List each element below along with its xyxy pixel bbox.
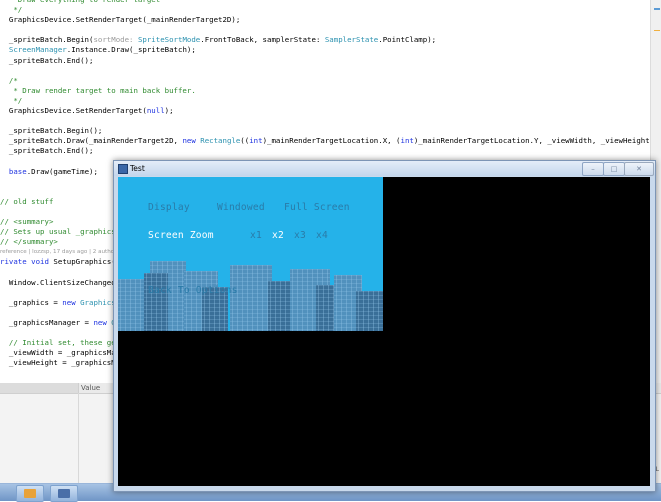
code-token: (( bbox=[240, 136, 250, 146]
code-token: .Instance.Draw(_spriteBatch); bbox=[66, 45, 196, 55]
code-line: _spriteBatch.Draw(_mainRenderTarget2D, n… bbox=[0, 136, 659, 146]
code-token: GraphicsDevice.SetRenderTarget(_mainRend… bbox=[0, 15, 241, 25]
code-line: _spriteBatch.Begin(sortMode: SpriteSortM… bbox=[0, 35, 650, 45]
visual-studio-icon bbox=[58, 489, 70, 498]
code-token: ); bbox=[164, 106, 174, 116]
code-token: SamplerState bbox=[324, 35, 379, 45]
zoom-option-x2[interactable]: x2 bbox=[272, 230, 284, 241]
window-app-icon bbox=[118, 164, 128, 174]
menu-display-label: Display bbox=[148, 202, 190, 213]
scrollbar-marker-warning bbox=[654, 30, 660, 31]
code-token: int bbox=[400, 136, 414, 146]
code-token: new bbox=[93, 318, 107, 327]
code-line: _spriteBatch.Begin(); bbox=[0, 126, 650, 136]
panel-name-column[interactable] bbox=[0, 383, 79, 393]
code-token: */ bbox=[0, 95, 23, 105]
code-token: SpriteSortMode bbox=[137, 35, 201, 45]
window-title: Test bbox=[130, 164, 145, 173]
code-token: new bbox=[62, 297, 76, 307]
code-line: GraphicsDevice.SetRenderTarget(_mainRend… bbox=[0, 15, 650, 25]
code-token: _viewWidth = _graphicsManag bbox=[0, 348, 130, 358]
code-token: void bbox=[31, 257, 49, 267]
menu-windowed-option[interactable]: Windowed bbox=[217, 202, 265, 213]
zoom-option-x3[interactable]: x3 bbox=[294, 230, 306, 241]
code-token: SetupGraphics() bbox=[48, 257, 121, 267]
code-token: * Draw render target to main back buffer… bbox=[0, 85, 196, 95]
code-token: )_mainRenderTargetLocation.X, ( bbox=[262, 136, 401, 146]
taskbar-app-button[interactable] bbox=[16, 485, 44, 502]
folder-icon bbox=[24, 489, 36, 498]
code-line: * Draw render target to main back buffer… bbox=[0, 86, 650, 96]
close-button[interactable]: ✕ bbox=[624, 162, 654, 176]
window-titlebar[interactable]: Test – □ ✕ bbox=[114, 161, 655, 176]
code-line: */ bbox=[0, 96, 650, 106]
code-line: */ bbox=[0, 5, 650, 15]
code-token: // old stuff bbox=[0, 196, 54, 206]
code-token: _spriteBatch.Draw(_mainRenderTarget2D, bbox=[0, 136, 183, 146]
value-column-header[interactable]: Value bbox=[81, 383, 100, 393]
code-token: // <summary> bbox=[0, 217, 54, 227]
code-token: Rectangle bbox=[200, 136, 241, 146]
code-token: _spriteBatch.Begin( bbox=[0, 35, 94, 45]
code-token: )_mainRenderTargetLocation.Y, _viewWidth… bbox=[413, 136, 661, 146]
code-token: ScreenManager bbox=[8, 45, 67, 55]
code-token: reference | lozzsp, 17 days ago | 2 auth… bbox=[0, 249, 122, 256]
zoom-option-x1[interactable]: x1 bbox=[250, 230, 262, 241]
code-token: // </summary> bbox=[0, 237, 58, 247]
menu-full-screen-option[interactable]: Full Screen bbox=[284, 202, 350, 213]
test-game-window[interactable]: Test – □ ✕ Display Windowed Full Screen … bbox=[113, 160, 656, 492]
code-line: _spriteBatch.End(); bbox=[0, 56, 650, 66]
code-token: // Initial set, these get c bbox=[0, 338, 130, 348]
code-token: base bbox=[8, 166, 27, 176]
code-token: .PointClamp); bbox=[378, 35, 437, 45]
code-token: new bbox=[182, 136, 196, 146]
code-token: _graphicsManager = bbox=[0, 318, 94, 327]
code-line: GraphicsDevice.SetRenderTarget(null); bbox=[0, 106, 650, 116]
panel-column-divider[interactable] bbox=[78, 393, 79, 483]
menu-screen-zoom-label: Screen Zoom bbox=[148, 230, 214, 241]
code-token: GraphicsDevice.SetRenderTarget( bbox=[0, 106, 147, 116]
code-token: null bbox=[146, 106, 165, 116]
code-token: _spriteBatch.End(); bbox=[0, 55, 94, 65]
taskbar-app-button[interactable] bbox=[50, 485, 78, 502]
code-line: ScreenManager.Instance.Draw(_spriteBatch… bbox=[0, 45, 650, 55]
menu-back-to-options[interactable]: Back To Options bbox=[148, 285, 238, 296]
scrollbar-marker bbox=[654, 8, 660, 10]
code-token: Draw everything to render target bbox=[0, 0, 160, 4]
code-token: _spriteBatch.End(); bbox=[0, 146, 94, 156]
code-token: /* bbox=[0, 75, 18, 85]
code-token: .FrontToBack, samplerState: bbox=[200, 35, 325, 45]
code-token: .Draw(gameTime); bbox=[26, 166, 98, 176]
game-render-area[interactable]: Display Windowed Full Screen Screen Zoom… bbox=[118, 177, 383, 331]
code-line: _spriteBatch.End(); bbox=[0, 146, 650, 156]
zoom-option-x4[interactable]: x4 bbox=[316, 230, 328, 241]
game-client-area[interactable]: Display Windowed Full Screen Screen Zoom… bbox=[118, 177, 650, 486]
code-token: _spriteBatch.Begin(); bbox=[0, 126, 103, 136]
minimize-button[interactable]: – bbox=[582, 162, 604, 176]
code-token: int bbox=[249, 136, 263, 146]
code-line: /* bbox=[0, 76, 650, 86]
code-token: _graphics = bbox=[0, 297, 63, 307]
maximize-button[interactable]: □ bbox=[603, 162, 625, 176]
code-token: */ bbox=[0, 5, 23, 15]
code-token: Window.ClientSizeChanged += bbox=[0, 277, 130, 287]
code-token: rivate bbox=[0, 257, 27, 267]
code-token: sortMode: bbox=[93, 35, 138, 45]
